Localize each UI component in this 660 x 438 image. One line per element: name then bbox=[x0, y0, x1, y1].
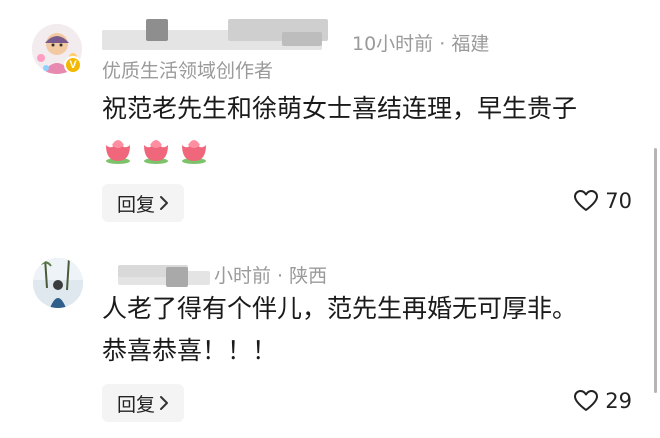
tulip-emoji-icon bbox=[182, 140, 206, 164]
heart-outline-icon bbox=[574, 390, 599, 411]
comment-text-line: 恭喜恭喜！！！ bbox=[102, 336, 278, 365]
comment-item: 小时前 · 陕西 人老了得有个伴儿，范先生再婚无可厚非。 恭喜恭喜！！！ 回复 … bbox=[0, 245, 660, 438]
comment-meta: 小时前 · 陕西 bbox=[214, 261, 327, 288]
comment-location: 陕西 bbox=[289, 265, 328, 287]
reply-label: 回复 bbox=[116, 193, 155, 216]
reply-label: 回复 bbox=[116, 393, 155, 416]
comment-meta: 10小时前 · 福建 bbox=[352, 29, 489, 56]
emoji-row bbox=[102, 131, 210, 167]
comment-time: 10小时前 bbox=[352, 33, 434, 55]
comment-text: 祝范老先生和徐萌女士喜结连理，早生贵子 bbox=[102, 94, 578, 123]
comment-item: V 10小时前 · 福建 优质生活领域创作者 祝范老先生和徐萌女士喜结连理，早生… bbox=[0, 0, 660, 245]
comment-time: 小时前 bbox=[214, 265, 272, 287]
like-count: 29 bbox=[605, 389, 632, 413]
tulip-emoji-icon bbox=[106, 140, 130, 164]
heart-outline-icon bbox=[574, 190, 599, 211]
scrollbar[interactable] bbox=[654, 148, 657, 393]
comment-text: 人老了得有个伴儿，范先生再婚无可厚非。 恭喜恭喜！！！ bbox=[102, 288, 642, 372]
tulip-emoji-icon bbox=[144, 140, 168, 164]
chevron-right-icon bbox=[160, 196, 168, 210]
comment-location: 福建 bbox=[451, 33, 490, 55]
avatar[interactable] bbox=[33, 258, 83, 308]
reply-button[interactable]: 回复 bbox=[102, 184, 184, 222]
like-count: 70 bbox=[605, 189, 632, 213]
author-label: 优质生活领域创作者 bbox=[102, 60, 274, 82]
comment-text-line: 人老了得有个伴儿，范先生再婚无可厚非。 bbox=[102, 294, 578, 323]
like-button[interactable]: 29 bbox=[573, 389, 632, 413]
chevron-right-icon bbox=[160, 396, 168, 410]
verified-badge-icon: V bbox=[64, 56, 82, 74]
meta-separator: · bbox=[271, 265, 290, 287]
meta-separator: · bbox=[433, 33, 452, 55]
reply-button[interactable]: 回复 bbox=[102, 384, 184, 422]
like-button[interactable]: 70 bbox=[573, 189, 632, 213]
